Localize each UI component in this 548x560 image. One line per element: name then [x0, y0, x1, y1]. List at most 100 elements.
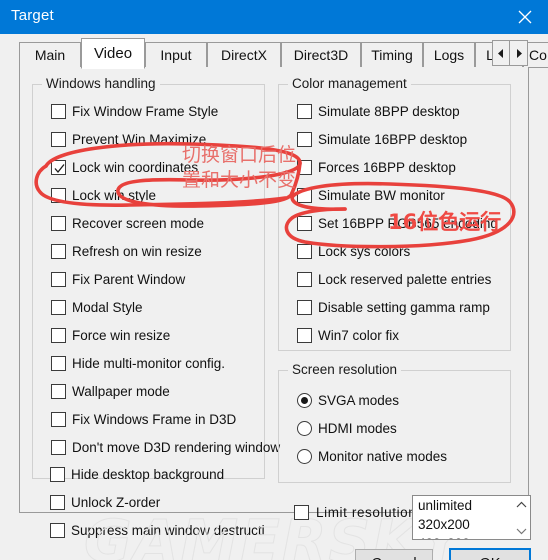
checkbox-label: Fix Window Frame Style: [72, 103, 219, 119]
checkbox-label: Lock sys colors: [318, 243, 411, 259]
checkbox-label: Suppress main window destruction: [71, 522, 265, 538]
checkbox-box: [51, 215, 66, 231]
checkbox-unlock-z-order[interactable]: Unlock Z-order: [50, 493, 160, 511]
title-bar: Target: [0, 0, 548, 34]
window-title: Target: [11, 7, 54, 24]
checkbox-box: [297, 327, 312, 343]
checkbox-box: [50, 466, 65, 482]
checkbox-label: Simulate BW monitor: [318, 187, 445, 203]
tab-video[interactable]: Video: [81, 38, 145, 69]
checkbox-dont-move-d3d-rendering-window[interactable]: Don't move D3D rendering window: [51, 438, 280, 456]
resolution-item-unlimited[interactable]: unlimited: [413, 496, 513, 515]
group-windows-handling: Windows handling Fix Window Frame Style …: [32, 76, 280, 479]
tab-logs[interactable]: Logs: [423, 42, 475, 68]
checkbox-label: Lock reserved palette entries: [318, 271, 492, 287]
checkbox-box: [51, 243, 66, 259]
tab-timing[interactable]: Timing: [361, 42, 423, 68]
group-color-management-caption: Color management: [288, 76, 411, 91]
checkbox-suppress-main-window-destruction[interactable]: Suppress main window destruction: [50, 521, 265, 539]
checkbox-label: Prevent Win Maximize: [72, 131, 207, 147]
dialog-window: Target Main Video Input DirectX Direct3D…: [0, 0, 548, 560]
checkbox-box: [294, 505, 309, 520]
checkbox-simulate-bw-monitor[interactable]: Simulate BW monitor: [297, 186, 445, 204]
group-color-management: Color management Simulate 8BPP desktop S…: [278, 76, 511, 351]
checkbox-lock-win-coordinates[interactable]: Lock win coordinates: [51, 158, 198, 176]
checkbox-box: [297, 159, 312, 175]
checkbox-label: Win7 color fix: [318, 327, 400, 343]
scroll-up-button[interactable]: [513, 496, 530, 513]
tab-scroll-left-button[interactable]: [492, 40, 510, 66]
checkbox-simulate-16bpp-desktop[interactable]: Simulate 16BPP desktop: [297, 130, 467, 148]
radio-dot: [297, 420, 312, 436]
checkbox-label: Don't move D3D rendering window: [72, 439, 281, 455]
radio-svga-modes[interactable]: SVGA modes: [297, 391, 399, 409]
checkbox-box: [51, 355, 66, 371]
checkbox-label: Fix Windows Frame in D3D: [72, 411, 237, 427]
checkbox-box: [51, 131, 66, 147]
checkbox-disable-setting-gamma-ramp[interactable]: Disable setting gamma ramp: [297, 298, 490, 316]
resolution-item-320x200[interactable]: 320x200: [413, 515, 513, 534]
group-screen-resolution: Screen resolution SVGA modes HDMI modes …: [278, 362, 511, 483]
resolution-scrollbar[interactable]: [513, 496, 530, 539]
checkbox-win7-color-fix[interactable]: Win7 color fix: [297, 326, 399, 344]
resolution-item-400x300[interactable]: 400x300: [413, 534, 513, 539]
checkbox-lock-reserved-palette-entries[interactable]: Lock reserved palette entries: [297, 270, 491, 288]
checkbox-box: [51, 187, 66, 203]
checkbox-label: Limit resolution: [316, 505, 417, 520]
checkbox-modal-style[interactable]: Modal Style: [51, 298, 143, 316]
checkbox-forces-16bpp-desktop[interactable]: Forces 16BPP desktop: [297, 158, 456, 176]
triangle-left-icon: [497, 48, 505, 58]
checkbox-recover-screen-mode[interactable]: Recover screen mode: [51, 214, 204, 232]
tab-main[interactable]: Main: [19, 42, 81, 68]
checkbox-hide-multi-monitor-config[interactable]: Hide multi-monitor config.: [51, 354, 225, 372]
checkbox-label: Unlock Z-order: [71, 494, 161, 510]
close-button[interactable]: [502, 0, 548, 34]
radio-hdmi-modes[interactable]: HDMI modes: [297, 419, 397, 437]
checkbox-set-16bpp-rgb565-encoding[interactable]: Set 16BPP RGB565 encoding: [297, 214, 498, 232]
checkbox-wallpaper-mode[interactable]: Wallpaper mode: [51, 382, 170, 400]
checkbox-label: Set 16BPP RGB565 encoding: [318, 215, 498, 231]
checkbox-label: Lock win coordinates: [72, 159, 199, 175]
checkbox-prevent-win-maximize[interactable]: Prevent Win Maximize: [51, 130, 206, 148]
checkbox-box: [297, 187, 312, 203]
tab-direct3d[interactable]: Direct3D: [281, 42, 361, 68]
radio-dot: [297, 392, 312, 408]
radio-label: HDMI modes: [318, 420, 397, 436]
checkbox-label: Modal Style: [72, 299, 143, 315]
checkbox-box: [50, 522, 65, 538]
checkbox-label: Wallpaper mode: [72, 383, 170, 399]
radio-label: Monitor native modes: [318, 448, 448, 464]
checkbox-label: Recover screen mode: [72, 215, 205, 231]
ok-button[interactable]: OK: [449, 548, 531, 560]
cancel-button[interactable]: Cancel: [355, 549, 433, 560]
checkbox-label: Simulate 8BPP desktop: [318, 103, 460, 119]
close-icon: [518, 10, 532, 24]
checkbox-fix-parent-window[interactable]: Fix Parent Window: [51, 270, 185, 288]
checkbox-refresh-on-win-resize[interactable]: Refresh on win resize: [51, 242, 202, 260]
checkbox-fix-window-frame-style[interactable]: Fix Window Frame Style: [51, 102, 218, 120]
dialog-body: Main Video Input DirectX Direct3D Timing…: [0, 34, 548, 560]
radio-monitor-native-modes[interactable]: Monitor native modes: [297, 447, 447, 465]
checkbox-box: [297, 299, 312, 315]
checkbox-lock-sys-colors[interactable]: Lock sys colors: [297, 242, 410, 260]
checkbox-lock-win-style[interactable]: Lock win style: [51, 186, 156, 204]
checkbox-simulate-8bpp-desktop[interactable]: Simulate 8BPP desktop: [297, 102, 460, 120]
group-windows-handling-caption: Windows handling: [42, 76, 160, 91]
checkbox-limit-resolution[interactable]: Limit resolution: [294, 505, 416, 520]
tab-directx[interactable]: DirectX: [207, 42, 281, 68]
checkbox-force-win-resize[interactable]: Force win resize: [51, 326, 170, 344]
tab-input[interactable]: Input: [145, 42, 207, 68]
chevron-down-icon: [516, 522, 527, 540]
checkbox-fix-windows-frame-in-d3d[interactable]: Fix Windows Frame in D3D: [51, 410, 236, 428]
checkbox-label: Disable setting gamma ramp: [318, 299, 490, 315]
checkbox-box: [297, 271, 312, 287]
checkbox-label: Forces 16BPP desktop: [318, 159, 456, 175]
radio-label: SVGA modes: [318, 392, 400, 408]
scroll-down-button[interactable]: [513, 522, 530, 539]
resolution-listbox[interactable]: unlimited 320x200 400x300: [412, 495, 531, 540]
resolution-list-items: unlimited 320x200 400x300: [413, 496, 513, 539]
triangle-right-icon: [515, 48, 523, 58]
tab-page-video: Windows handling Fix Window Frame Style …: [19, 67, 529, 538]
checkbox-hide-desktop-background[interactable]: Hide desktop background: [50, 465, 224, 483]
tab-scroll-right-button[interactable]: [510, 40, 528, 66]
